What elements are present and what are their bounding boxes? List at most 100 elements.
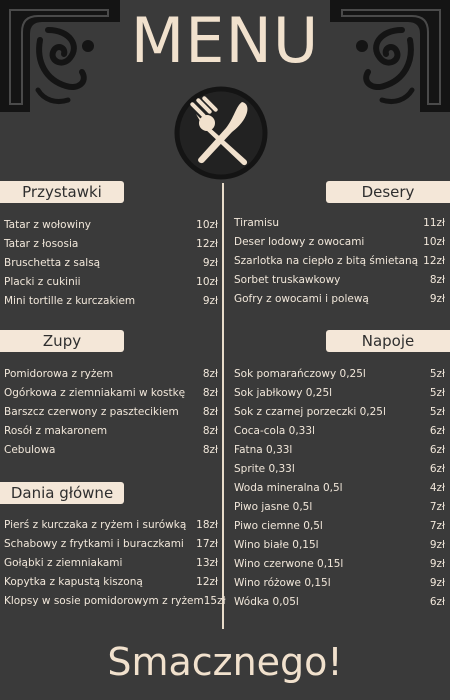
item-price: 8zł bbox=[202, 406, 218, 418]
item-price: 18zł bbox=[196, 519, 218, 531]
list-item: Mini tortille z kurczakiem 9zł bbox=[4, 295, 218, 314]
list-item: Piwo jasne 0,5l 7zł bbox=[234, 501, 445, 520]
list-item: Kopytka z kapustą kiszoną 12zł bbox=[4, 576, 218, 595]
item-name: Tatar z wołowiny bbox=[4, 219, 91, 231]
dania-glowne-list: Pierś z kurczaka z ryżem i surówką 18zł S… bbox=[4, 519, 226, 614]
item-price: 9zł bbox=[429, 293, 445, 305]
list-item: Schabowy z frytkami i buraczkami 17zł bbox=[4, 538, 218, 557]
item-name: Tatar z łososia bbox=[4, 238, 79, 250]
item-name: Wino czerwone 0,15l bbox=[234, 558, 344, 570]
list-item: Tatar z wołowiny 10zł bbox=[4, 219, 218, 238]
section-header-zupy: Zupy bbox=[0, 330, 124, 352]
item-name: Szarlotka na ciepło z bitą śmietaną bbox=[234, 255, 419, 267]
item-name: Placki z cukinii bbox=[4, 276, 81, 288]
item-name: Barszcz czerwony z pasztecikiem bbox=[4, 406, 179, 418]
item-price: 8zł bbox=[429, 274, 445, 286]
section-header-dania-glowne: Dania główne bbox=[0, 482, 124, 504]
list-item: Woda mineralna 0,5l 4zł bbox=[234, 482, 445, 501]
item-name: Schabowy z frytkami i buraczkami bbox=[4, 538, 184, 550]
item-name: Piwo jasne 0,5l bbox=[234, 501, 313, 513]
item-price: 12zł bbox=[423, 255, 445, 267]
list-item: Wino różowe 0,15l 9zł bbox=[234, 577, 445, 596]
list-item: Gofry z owocami i polewą 9zł bbox=[234, 293, 445, 312]
item-price: 7zł bbox=[429, 520, 445, 532]
przystawki-list: Tatar z wołowiny 10zł Tatar z łososia 12zł… bbox=[4, 219, 218, 314]
item-name: Coca-cola 0,33l bbox=[234, 425, 315, 437]
list-item: Tiramisu 11zł bbox=[234, 217, 445, 236]
item-price: 15zł bbox=[203, 595, 226, 607]
list-item: Wino czerwone 0,15l 9zł bbox=[234, 558, 445, 577]
list-item: Wódka 0,05l 6zł bbox=[234, 596, 445, 615]
item-name: Pomidorowa z ryżem bbox=[4, 368, 114, 380]
item-price: 5zł bbox=[429, 406, 445, 418]
item-name: Bruschetta z salsą bbox=[4, 257, 101, 269]
item-name: Sok jabłkowy 0,25l bbox=[234, 387, 333, 399]
item-price: 6zł bbox=[429, 444, 445, 456]
list-item: Sorbet truskawkowy 8zł bbox=[234, 274, 445, 293]
item-price: 8zł bbox=[202, 368, 218, 380]
list-item: Klopsy w sosie pomidorowym z ryżem 15zł bbox=[4, 595, 226, 614]
item-name: Gołąbki z ziemniakami bbox=[4, 557, 123, 569]
list-item: Deser lodowy z owocami 10zł bbox=[234, 236, 445, 255]
item-name: Klopsy w sosie pomidorowym z ryżem bbox=[4, 595, 204, 607]
menu-page: MENU Przystawki Tatar z wołowiny 10zł Tat… bbox=[0, 0, 450, 700]
item-price: 12zł bbox=[196, 576, 218, 588]
item-name: Piwo ciemne 0,5l bbox=[234, 520, 323, 532]
item-price: 11zł bbox=[423, 217, 445, 229]
item-name: Gofry z owocami i polewą bbox=[234, 293, 369, 305]
item-name: Sprite 0,33l bbox=[234, 463, 295, 475]
list-item: Sok z czarnej porzeczki 0,25l 5zł bbox=[234, 406, 445, 425]
item-price: 8zł bbox=[202, 425, 218, 437]
list-item: Ogórkowa z ziemniakami w kostkę 8zł bbox=[4, 387, 218, 406]
list-item: Piwo ciemne 0,5l 7zł bbox=[234, 520, 445, 539]
page-title: MENU bbox=[130, 4, 320, 77]
item-name: Fatna 0,33l bbox=[234, 444, 293, 456]
list-item: Gołąbki z ziemniakami 13zł bbox=[4, 557, 218, 576]
item-name: Kopytka z kapustą kiszoną bbox=[4, 576, 143, 588]
center-divider bbox=[222, 183, 224, 629]
item-price: 10zł bbox=[423, 236, 445, 248]
item-price: 10zł bbox=[196, 219, 218, 231]
item-price: 9zł bbox=[202, 257, 218, 269]
item-price: 6zł bbox=[429, 596, 445, 608]
item-name: Sok z czarnej porzeczki 0,25l bbox=[234, 406, 386, 418]
item-name: Woda mineralna 0,5l bbox=[234, 482, 343, 494]
list-item: Bruschetta z salsą 9zł bbox=[4, 257, 218, 276]
list-item: Pierś z kurczaka z ryżem i surówką 18zł bbox=[4, 519, 218, 538]
item-price: 17zł bbox=[196, 538, 218, 550]
item-name: Mini tortille z kurczakiem bbox=[4, 295, 136, 307]
desery-list: Tiramisu 11zł Deser lodowy z owocami 10zł … bbox=[234, 217, 445, 312]
list-item: Cebulowa 8zł bbox=[4, 444, 218, 463]
zupy-list: Pomidorowa z ryżem 8zł Ogórkowa z ziemnia… bbox=[4, 368, 218, 463]
list-item: Tatar z łososia 12zł bbox=[4, 238, 218, 257]
item-name: Tiramisu bbox=[234, 217, 280, 229]
section-header-desery: Desery bbox=[326, 181, 450, 203]
item-price: 9zł bbox=[202, 295, 218, 307]
item-name: Deser lodowy z owocami bbox=[234, 236, 365, 248]
footer-greeting: Smacznego! bbox=[107, 640, 343, 684]
item-name: Rosół z makaronem bbox=[4, 425, 108, 437]
item-price: 9zł bbox=[429, 539, 445, 551]
fork-knife-icon bbox=[174, 86, 268, 180]
list-item: Coca-cola 0,33l 6zł bbox=[234, 425, 445, 444]
list-item: Wino białe 0,15l 9zł bbox=[234, 539, 445, 558]
item-price: 6zł bbox=[429, 425, 445, 437]
list-item: Sok jabłkowy 0,25l 5zł bbox=[234, 387, 445, 406]
item-price: 6zł bbox=[429, 463, 445, 475]
item-name: Wino różowe 0,15l bbox=[234, 577, 331, 589]
item-price: 5zł bbox=[429, 368, 445, 380]
item-price: 5zł bbox=[429, 387, 445, 399]
item-name: Pierś z kurczaka z ryżem i surówką bbox=[4, 519, 187, 531]
item-price: 13zł bbox=[196, 557, 218, 569]
section-header-napoje: Napoje bbox=[326, 330, 450, 352]
section-header-przystawki: Przystawki bbox=[0, 181, 124, 203]
list-item: Barszcz czerwony z pasztecikiem 8zł bbox=[4, 406, 218, 425]
item-name: Cebulowa bbox=[4, 444, 56, 456]
item-price: 4zł bbox=[429, 482, 445, 494]
item-name: Wódka 0,05l bbox=[234, 596, 299, 608]
item-name: Sorbet truskawkowy bbox=[234, 274, 341, 286]
item-name: Sok pomarańczowy 0,25l bbox=[234, 368, 366, 380]
list-item: Fatna 0,33l 6zł bbox=[234, 444, 445, 463]
item-price: 12zł bbox=[196, 238, 218, 250]
item-price: 8zł bbox=[202, 387, 218, 399]
